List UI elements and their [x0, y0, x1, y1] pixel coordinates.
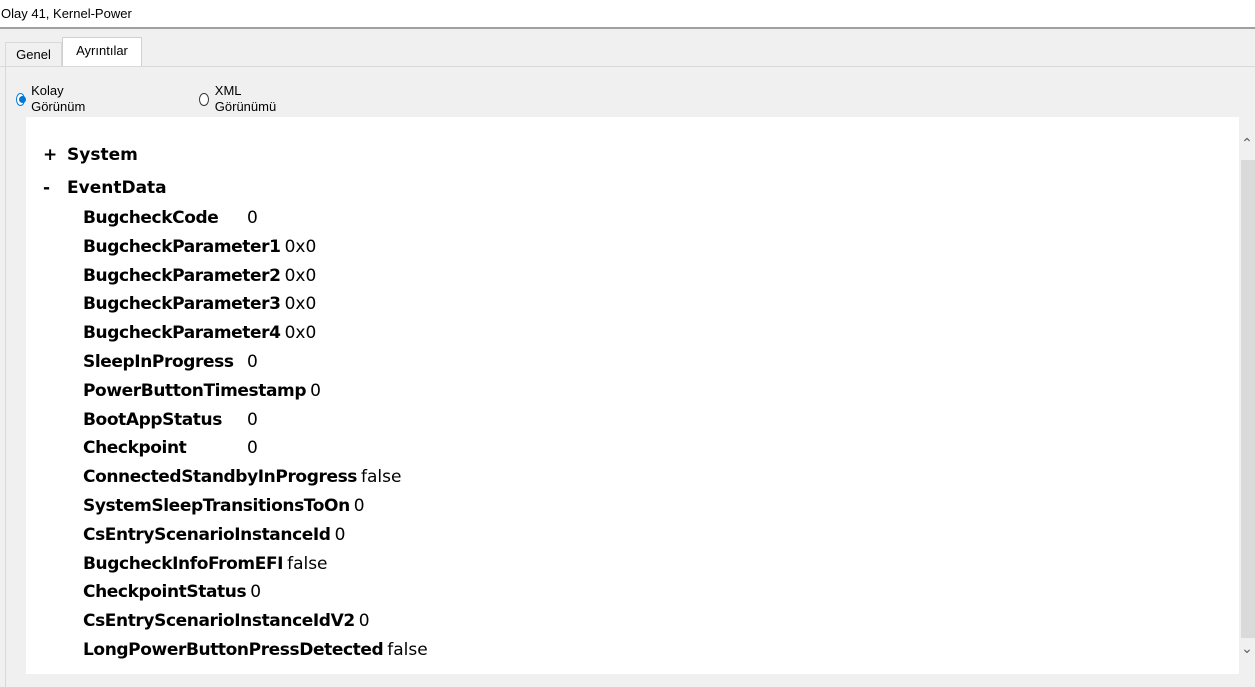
radio-xml-label: XML Görünümü — [214, 83, 277, 114]
field-name: BugcheckParameter1 — [83, 236, 281, 257]
field-row: CheckpointStatus 0 — [83, 582, 261, 602]
field-value: 0 — [353, 496, 365, 516]
field-name: BugcheckParameter2 — [83, 265, 281, 286]
tree-node-eventdata[interactable]: - EventData — [43, 178, 167, 198]
field-row: PowerButtonTimestamp 0 — [83, 381, 321, 401]
field-name: PowerButtonTimestamp — [83, 380, 307, 401]
field-value: 0 — [334, 524, 346, 545]
scroll-thumb[interactable] — [1241, 160, 1255, 638]
radio-unchecked-icon[interactable] — [199, 92, 209, 106]
radio-checked-icon[interactable] — [16, 92, 27, 106]
field-name: Checkpoint — [83, 438, 187, 459]
field-row: SystemSleepTransitionsToOn 0 — [83, 496, 365, 516]
field-row: CsEntryScenarioInstanceId 0 — [83, 525, 345, 545]
field-value: 0x0 — [284, 236, 317, 257]
field-name: SystemSleepTransitionsToOn — [83, 496, 350, 516]
field-row: SleepInProgress 0 — [83, 352, 258, 372]
field-row: BugcheckInfoFromEFI false — [83, 554, 328, 574]
radio-kolay-label: Kolay Görünüm — [31, 83, 86, 114]
tree-node-label: EventData — [67, 178, 167, 198]
field-row: CsEntryScenarioInstanceIdV2 0 — [83, 611, 370, 631]
field-name: BugcheckParameter4 — [83, 323, 281, 344]
field-row: BugcheckParameter1 0x0 — [83, 237, 316, 257]
field-name: LongPowerButtonPressDetected — [83, 640, 384, 660]
field-name: BugcheckParameter3 — [83, 294, 281, 315]
field-row: BugcheckParameter3 0x0 — [83, 294, 316, 314]
field-value: 0x0 — [284, 294, 317, 315]
field-value: 0 — [247, 409, 258, 430]
radio-kolay-gorunum[interactable]: Kolay Görünüm — [16, 83, 89, 115]
field-row: BugcheckCode 0 — [83, 208, 258, 228]
tree-node-system[interactable]: + System — [43, 145, 138, 165]
tab-genel[interactable]: Genel — [5, 42, 62, 67]
field-value: 0x0 — [284, 323, 317, 344]
chevron-up-icon[interactable]: ⌃ — [1239, 133, 1255, 153]
field-value: 0 — [250, 582, 262, 603]
field-row: ConnectedStandbyInProgress false — [83, 467, 401, 487]
field-name: CheckpointStatus — [83, 582, 247, 603]
field-name: ConnectedStandbyInProgress — [83, 467, 358, 488]
field-value: 0 — [247, 208, 258, 228]
vertical-scrollbar[interactable]: ⌃ ⌄ — [1239, 117, 1255, 674]
field-row: BootAppStatus 0 — [83, 409, 258, 430]
field-name: BugcheckCode — [83, 208, 219, 228]
field-row: Checkpoint 0 — [83, 438, 258, 459]
field-name: BugcheckInfoFromEFI — [83, 553, 284, 574]
field-name: CsEntryScenarioInstanceId — [83, 524, 331, 545]
field-name: BootAppStatus — [83, 409, 222, 430]
event-details-view: + System - EventData BugcheckCode 0 Bugcheck… — [26, 117, 1239, 674]
field-row: BugcheckParameter2 0x0 — [83, 266, 316, 286]
field-value: 0 — [247, 438, 258, 459]
field-name: SleepInProgress — [83, 352, 234, 372]
chevron-down-icon[interactable]: ⌄ — [1239, 638, 1255, 658]
field-value: false — [387, 640, 428, 660]
tab-ayrintilar[interactable]: Ayrıntılar — [62, 37, 142, 67]
window-title: Olay 41, Kernel-Power — [0, 0, 1255, 29]
field-value: false — [287, 553, 328, 574]
field-value: false — [361, 467, 402, 488]
field-value: 0 — [310, 380, 321, 401]
radio-xml-gorunumu[interactable]: XML Görünümü — [199, 83, 279, 115]
tab-strip: Genel Ayrıntılar — [0, 36, 1255, 67]
field-row: BugcheckParameter4 0x0 — [83, 323, 316, 343]
field-name: CsEntryScenarioInstanceIdV2 — [83, 611, 355, 632]
field-value: 0 — [247, 352, 258, 372]
field-value: 0 — [358, 611, 370, 632]
tree-node-label: System — [67, 145, 138, 165]
field-value: 0x0 — [284, 265, 317, 286]
field-row: LongPowerButtonPressDetected false — [83, 640, 428, 660]
collapse-toggle[interactable]: - — [43, 178, 67, 198]
expand-toggle[interactable]: + — [43, 145, 67, 165]
